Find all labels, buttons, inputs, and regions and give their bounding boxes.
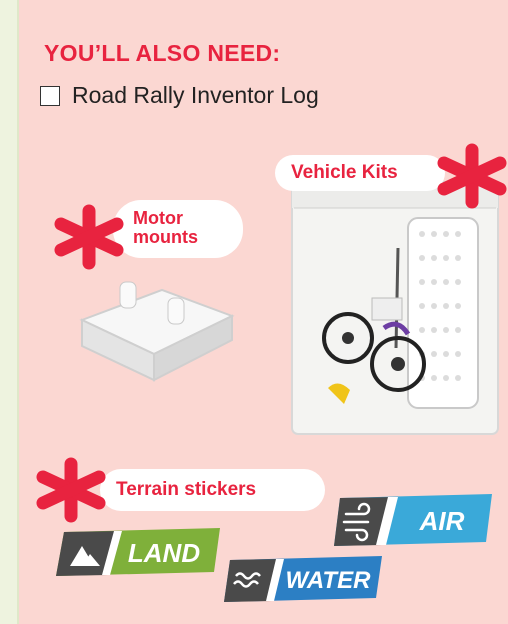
land-sticker: LAND <box>56 528 220 576</box>
checkbox[interactable] <box>40 85 60 106</box>
need-item-log[interactable]: Road Rally Inventor Log <box>40 82 319 109</box>
air-sticker: AIR <box>334 494 492 546</box>
vehicle-kits-label: Vehicle Kits <box>275 155 445 191</box>
asterisk-star-icon <box>54 204 124 270</box>
motor-mounts-line1: Motor <box>133 208 183 228</box>
asterisk-star-icon <box>36 457 106 523</box>
motor-mounts-label: Motor mounts <box>113 200 243 258</box>
motor-mounts-line2: mounts <box>133 227 198 247</box>
asterisk-star-icon <box>437 143 507 209</box>
water-sticker-label: WATER <box>286 567 372 594</box>
air-sticker-label: AIR <box>419 506 465 536</box>
water-sticker: WATER <box>224 556 382 602</box>
terrain-stickers-label: Terrain stickers <box>100 469 325 511</box>
left-margin-bar <box>0 0 19 624</box>
vehicle-kit-bag-image <box>291 181 499 435</box>
need-item-label: Road Rally Inventor Log <box>72 82 319 108</box>
land-sticker-label: LAND <box>128 538 200 568</box>
motor-mount-image <box>79 281 235 382</box>
section-heading: YOU’LL ALSO NEED: <box>44 40 281 66</box>
